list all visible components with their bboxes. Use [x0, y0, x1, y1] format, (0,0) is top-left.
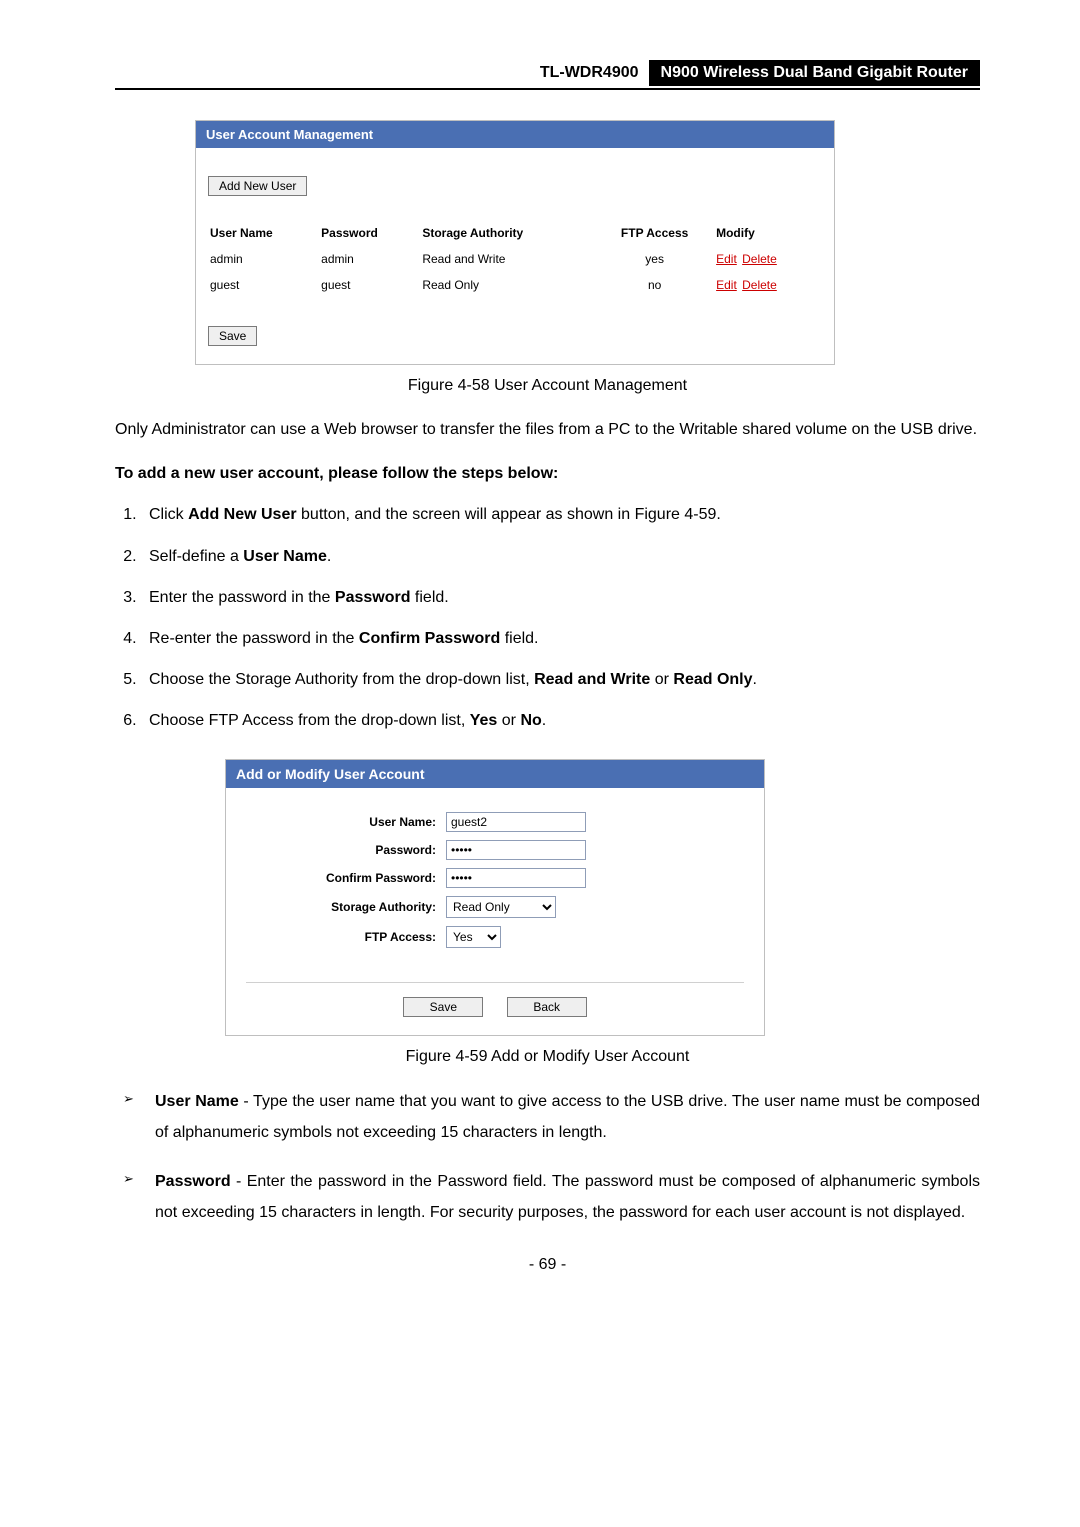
panel-title: User Account Management	[196, 121, 834, 148]
label-ftp-access: FTP Access:	[246, 930, 446, 944]
col-username: User Name	[208, 220, 319, 246]
user-accounts-table: User Name Password Storage Authority FTP…	[208, 220, 822, 298]
steps-heading: To add a new user account, please follow…	[115, 465, 980, 483]
cell-password: guest	[319, 272, 420, 298]
edit-link[interactable]: Edit	[716, 278, 737, 292]
back-button[interactable]: Back	[507, 997, 587, 1017]
figure-59-screenshot: Add or Modify User Account User Name: Pa…	[225, 759, 765, 1036]
username-field[interactable]	[446, 812, 586, 832]
col-ftp-access: FTP Access	[595, 220, 714, 246]
cell-ftp: no	[595, 272, 714, 298]
label-confirm-password: Confirm Password:	[246, 871, 446, 885]
bullet-list: User Name - Type the user name that you …	[115, 1086, 980, 1229]
list-item: Enter the password in the Password field…	[141, 584, 980, 611]
figure-58-screenshot: User Account Management Add New User Use…	[195, 120, 835, 365]
cell-authority: Read and Write	[420, 246, 595, 272]
intro-paragraph: Only Administrator can use a Web browser…	[115, 415, 980, 445]
page-number: - 69 -	[115, 1256, 980, 1274]
steps-list: Click Add New User button, and the scree…	[115, 501, 980, 734]
label-password: Password:	[246, 843, 446, 857]
password-field[interactable]	[446, 840, 586, 860]
list-item: Choose the Storage Authority from the dr…	[141, 666, 980, 693]
cell-password: admin	[319, 246, 420, 272]
cell-ftp: yes	[595, 246, 714, 272]
save-button[interactable]: Save	[403, 997, 483, 1017]
delete-link[interactable]: Delete	[742, 252, 777, 266]
delete-link[interactable]: Delete	[742, 278, 777, 292]
ftp-access-select[interactable]: Yes	[446, 926, 501, 948]
cell-username: guest	[208, 272, 319, 298]
col-password: Password	[319, 220, 420, 246]
cell-authority: Read Only	[420, 272, 595, 298]
list-item: Re-enter the password in the Confirm Pas…	[141, 625, 980, 652]
product-name: N900 Wireless Dual Band Gigabit Router	[649, 60, 980, 86]
col-modify: Modify	[714, 220, 822, 246]
col-storage-authority: Storage Authority	[420, 220, 595, 246]
list-item: User Name - Type the user name that you …	[115, 1086, 980, 1148]
list-item: Choose FTP Access from the drop-down lis…	[141, 707, 980, 734]
edit-link[interactable]: Edit	[716, 252, 737, 266]
table-row: guest guest Read Only no Edit Delete	[208, 272, 822, 298]
confirm-password-field[interactable]	[446, 868, 586, 888]
figure-58-caption: Figure 4-58 User Account Management	[115, 377, 980, 395]
table-row: admin admin Read and Write yes Edit Dele…	[208, 246, 822, 272]
list-item: Click Add New User button, and the scree…	[141, 501, 980, 528]
label-storage-authority: Storage Authority:	[246, 900, 446, 914]
save-button[interactable]: Save	[208, 326, 257, 346]
storage-authority-select[interactable]: Read Only	[446, 896, 556, 918]
label-username: User Name:	[246, 815, 446, 829]
figure-59-caption: Figure 4-59 Add or Modify User Account	[115, 1048, 980, 1066]
add-new-user-button[interactable]: Add New User	[208, 176, 307, 196]
document-header: TL-WDR4900N900 Wireless Dual Band Gigabi…	[115, 60, 980, 90]
list-item: Self-define a User Name.	[141, 543, 980, 570]
panel-title: Add or Modify User Account	[226, 760, 764, 788]
list-item: Password - Enter the password in the Pas…	[115, 1166, 980, 1228]
cell-username: admin	[208, 246, 319, 272]
model-number: TL-WDR4900	[530, 60, 649, 86]
